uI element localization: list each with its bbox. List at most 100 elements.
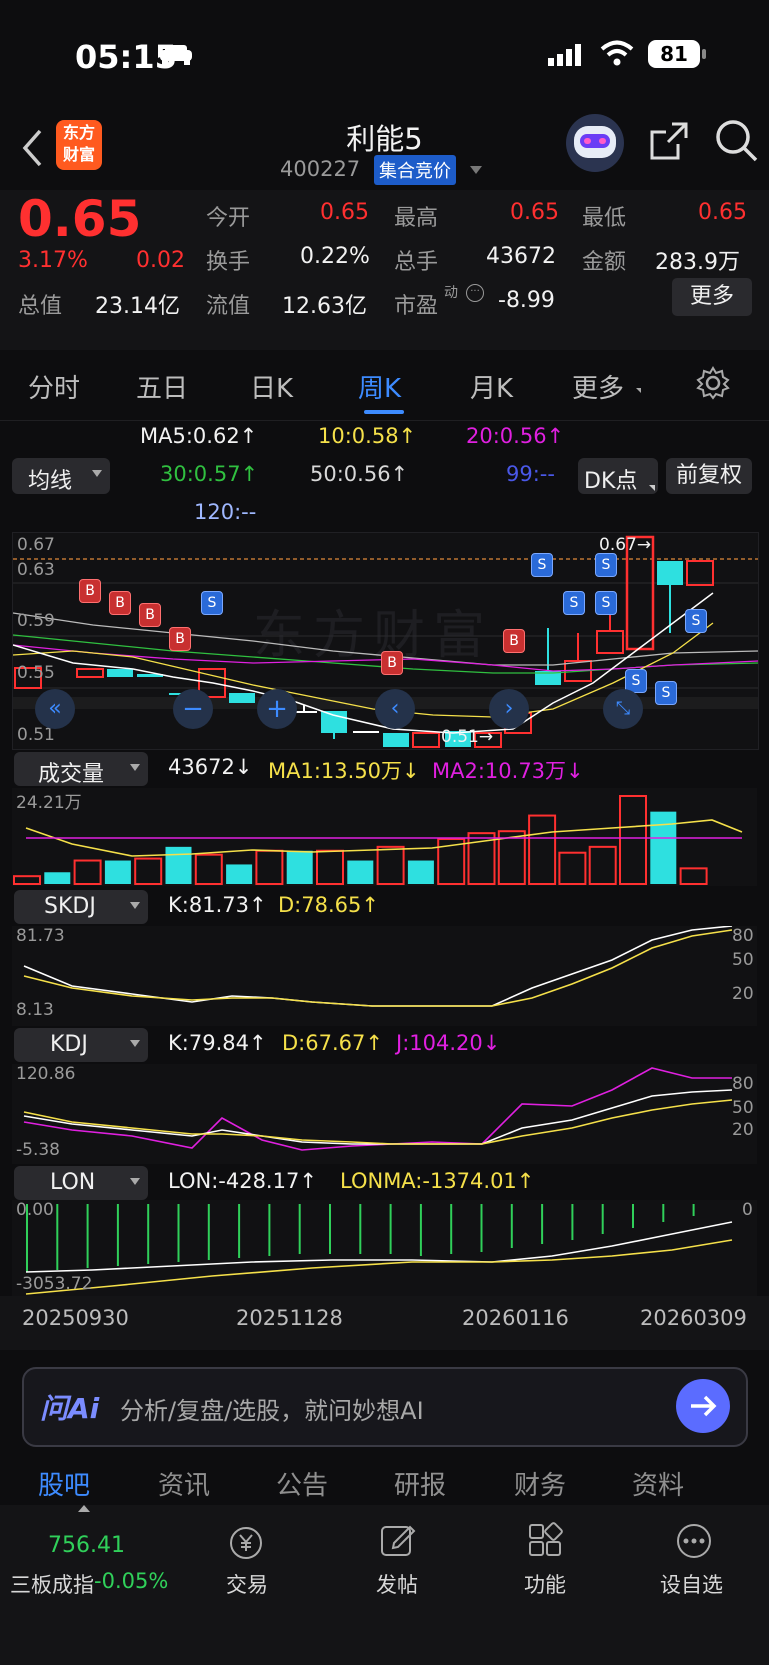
- lon-value: LON:-428.17↑: [168, 1169, 317, 1193]
- tab-five-day[interactable]: 五日: [136, 368, 188, 405]
- high-marker: 0.67→: [599, 535, 652, 555]
- volume-bar: [679, 867, 708, 885]
- fullscreen-button[interactable]: ⤡: [603, 689, 643, 729]
- volume-selector-label: 成交量: [38, 762, 105, 787]
- ai-send-button[interactable]: [676, 1379, 730, 1433]
- kdj-j: J:104.20↓: [396, 1031, 501, 1055]
- more-dots-icon[interactable]: ···: [466, 284, 484, 302]
- volume-bar: [73, 859, 102, 885]
- kdj-chart[interactable]: 120.86 -5.38 80 50 20: [12, 1064, 757, 1164]
- edit-post-icon[interactable]: [378, 1521, 418, 1561]
- buy-signal-marker[interactable]: B: [109, 591, 131, 615]
- dk-point-button[interactable]: DK点: [578, 458, 658, 494]
- volume-ma1: MA1:13.50万↓: [268, 759, 420, 783]
- change-percent: 3.17%: [18, 248, 88, 273]
- ma30-value: 30:0.57↑: [160, 462, 259, 486]
- sell-signal-marker[interactable]: S: [685, 609, 707, 633]
- turnover-value: 0.22%: [300, 244, 370, 269]
- tab-profile[interactable]: 资料: [632, 1465, 684, 1502]
- sell-signal-marker[interactable]: S: [595, 591, 617, 615]
- tab-weekly-k[interactable]: 周K: [358, 368, 401, 405]
- watchlist-label[interactable]: 设自选: [660, 1569, 723, 1599]
- index-name[interactable]: 三板成指: [10, 1569, 94, 1599]
- index-value[interactable]: 756.41: [48, 1533, 125, 1558]
- date-label-2: 20251128: [236, 1306, 343, 1330]
- wifi-icon: [600, 40, 634, 66]
- buy-signal-marker[interactable]: B: [503, 629, 525, 653]
- bottom-nav: 756.41 三板成指 -0.05% 交易 发帖 功能 设自选: [0, 1505, 769, 1665]
- volume-selector[interactable]: 成交量: [14, 752, 148, 787]
- lon-chart[interactable]: 0.00 -3053.72 0: [12, 1200, 757, 1296]
- kdj-selector[interactable]: KDJ: [14, 1028, 148, 1062]
- adjust-price-button[interactable]: 前复权: [666, 458, 752, 494]
- tab-guba[interactable]: 股吧: [38, 1465, 90, 1502]
- more-options-icon[interactable]: [674, 1521, 714, 1561]
- yuan-trade-icon[interactable]: [226, 1523, 266, 1563]
- tab-announcements[interactable]: 公告: [276, 1465, 328, 1502]
- buy-signal-marker[interactable]: B: [169, 627, 191, 651]
- up-caret-icon: [78, 1505, 90, 1512]
- volume-bar: [316, 849, 344, 885]
- tab-daily-k[interactable]: 日K: [250, 368, 293, 405]
- tab-more[interactable]: 更多: [572, 368, 624, 405]
- sell-signal-marker[interactable]: S: [595, 553, 617, 577]
- ma-selector[interactable]: 均线: [12, 458, 110, 494]
- post-label[interactable]: 发帖: [376, 1569, 418, 1599]
- ai-assistant-bar[interactable]: 问Ai 分析/复盘/选股，就问妙想AI: [22, 1367, 748, 1447]
- high-label: 最高: [394, 206, 439, 231]
- buy-signal-marker[interactable]: B: [381, 651, 403, 675]
- auction-badge[interactable]: 集合竞价: [374, 155, 456, 185]
- more-button[interactable]: 更多: [672, 278, 752, 316]
- turnover-label: 换手: [206, 250, 251, 275]
- total-value: 23.14亿: [95, 294, 180, 319]
- sell-signal-marker[interactable]: S: [201, 591, 223, 615]
- volume-bar: [376, 845, 405, 885]
- scroll-left-button[interactable]: ‹: [375, 689, 415, 729]
- buy-signal-marker[interactable]: B: [139, 603, 161, 627]
- buy-signal-marker[interactable]: B: [79, 579, 101, 603]
- tab-finance[interactable]: 财务: [514, 1465, 566, 1502]
- ai-robot-avatar[interactable]: [566, 114, 624, 172]
- tab-intraday[interactable]: 分时: [28, 368, 80, 405]
- function-label[interactable]: 功能: [524, 1569, 566, 1599]
- settings-gear-icon[interactable]: [696, 366, 730, 400]
- sell-signal-marker[interactable]: S: [563, 591, 585, 615]
- volume-bar: [134, 857, 163, 885]
- sell-signal-marker[interactable]: S: [655, 681, 677, 705]
- grid-function-icon[interactable]: [526, 1521, 566, 1561]
- volume-value: 43672: [486, 244, 556, 269]
- volume-chart[interactable]: 24.21万: [12, 788, 757, 886]
- tab-news[interactable]: 资讯: [158, 1465, 210, 1502]
- tab-monthly-k[interactable]: 月K: [470, 368, 513, 405]
- battery-indicator: 81: [648, 40, 700, 68]
- high-value: 0.65: [510, 200, 559, 225]
- skdj-selector-label: SKDJ: [44, 894, 96, 919]
- low-label: 最低: [582, 206, 627, 231]
- stock-code: 400227: [280, 157, 361, 181]
- volume-bar: [286, 850, 313, 884]
- chevron-down-icon[interactable]: [470, 166, 482, 174]
- lon-selector[interactable]: LON: [14, 1166, 148, 1200]
- low-marker: 0.51→: [441, 727, 494, 747]
- tab-research[interactable]: 研报: [394, 1465, 446, 1502]
- skdj-selector[interactable]: SKDJ: [14, 890, 148, 924]
- volume-bar: [558, 851, 587, 886]
- quote-panel: 0.65 3.17% 0.02 今开 0.65 最高 0.65 最低 0.65 …: [0, 190, 769, 350]
- trade-label[interactable]: 交易: [226, 1569, 268, 1599]
- volume-bar: [44, 872, 71, 884]
- share-icon[interactable]: [648, 120, 690, 162]
- volume-current: 43672↓: [168, 755, 253, 779]
- scroll-left-fast-button[interactable]: «: [35, 689, 75, 729]
- ai-input[interactable]: 分析/复盘/选股，就问妙想AI: [120, 1391, 424, 1426]
- date-axis: 20250930 20251128 20260116 20260309: [0, 1296, 769, 1350]
- skdj-chart[interactable]: 81.73 8.13 80 50 20: [12, 926, 757, 1026]
- zoom-out-button[interactable]: −: [173, 689, 213, 729]
- zoom-in-button[interactable]: +: [257, 689, 297, 729]
- search-icon[interactable]: [714, 118, 760, 164]
- sell-signal-marker[interactable]: S: [531, 553, 553, 577]
- kline-chart[interactable]: 东方财富 0.67 0.63 0.59 0.55 0.51 0.67→ 0.51…: [12, 532, 759, 750]
- skdj-d: D:78.65↑: [278, 893, 379, 917]
- volume-bar: [226, 864, 253, 884]
- active-tab-indicator: [364, 410, 404, 414]
- scroll-right-button[interactable]: ›: [489, 689, 529, 729]
